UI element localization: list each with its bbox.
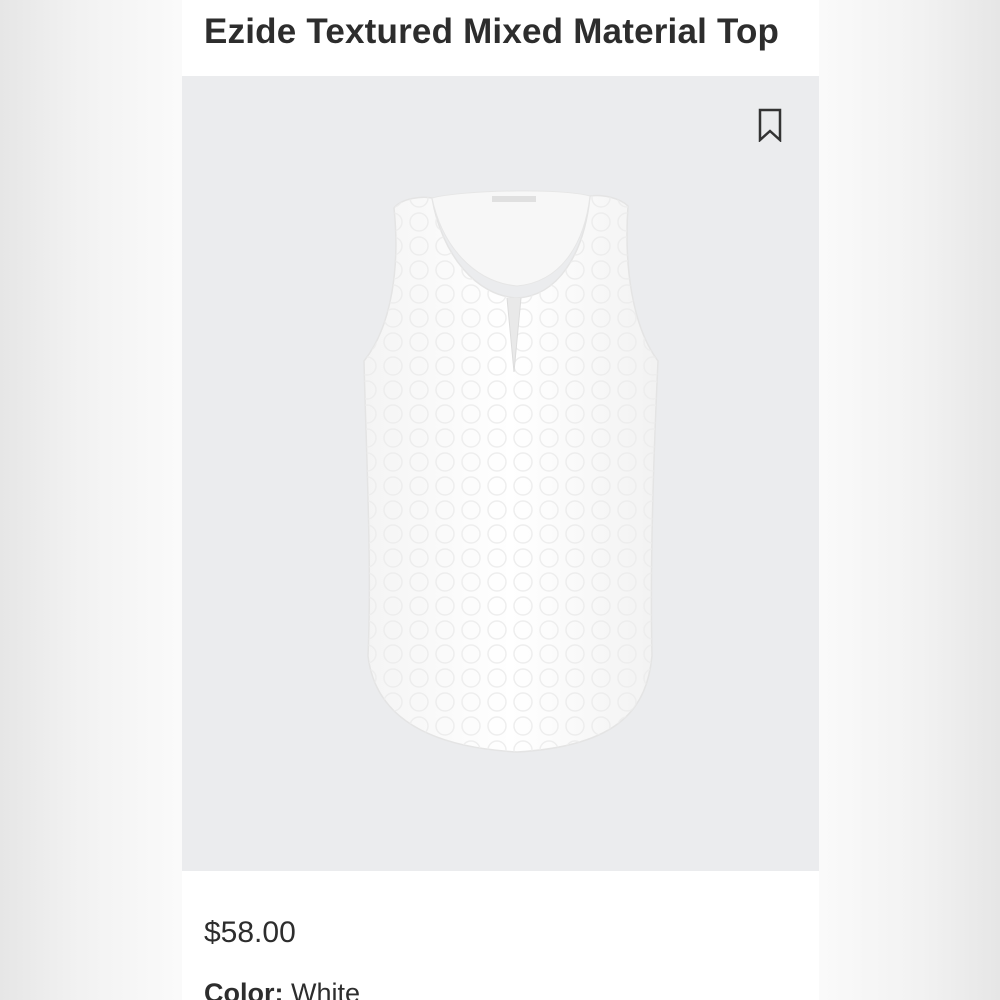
product-price: $58.00: [204, 916, 296, 949]
bookmark-icon: [758, 108, 782, 143]
color-label: Color:: [204, 978, 284, 1000]
bookmark-button[interactable]: [758, 108, 782, 143]
product-image-carousel[interactable]: [182, 76, 819, 871]
product-title: Ezide Textured Mixed Material Top: [204, 12, 780, 51]
color-value: White: [291, 978, 361, 1000]
product-image: [363, 190, 659, 753]
carousel-pagination: [182, 884, 773, 904]
color-info: Color: White: [204, 978, 360, 1000]
product-page: Ezide Textured Mixed Material Top $58.00…: [182, 0, 819, 1000]
